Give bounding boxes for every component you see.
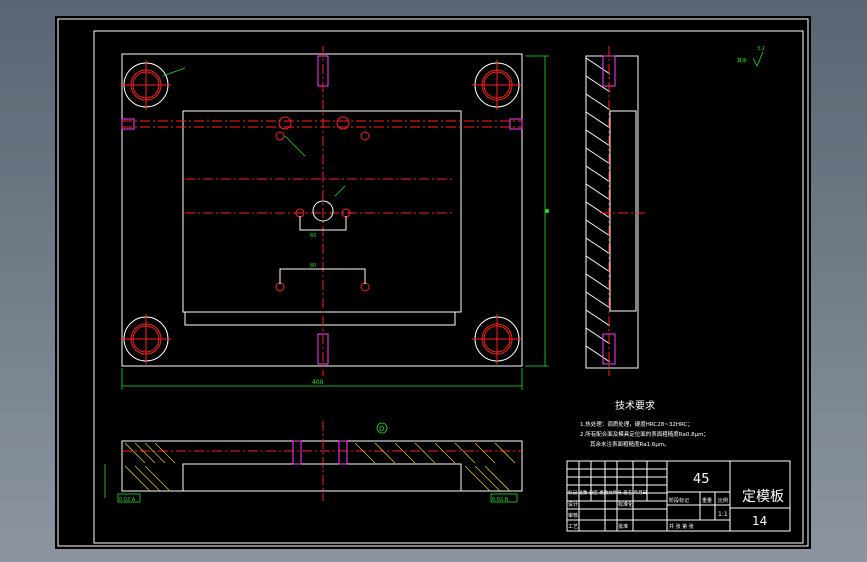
dim-width: 400 [312,379,324,386]
weight-label: 重量 [702,497,712,504]
cad-viewport[interactable]: 400 60 80 0.02 A 0.02 B D 其余 3.2 技术要求 1.… [0,0,867,562]
tech-req-title: 技术要求 [615,399,655,412]
title-block: 45 定模板 14 比例 1:1 阶段标记 重量 共 张 第 张 标记 处数 分… [566,460,791,532]
mark-label: 阶段标记 [669,497,689,504]
roughness-label: 其余 [737,57,747,64]
guide-hole-tr [472,60,522,110]
part-name: 定模板 [742,489,784,505]
roughness-value: 3.2 [757,46,765,52]
tech-req-line3: 其余未注表面粗糙度Ra1.6μm。 [590,440,670,448]
material: 45 [693,472,710,487]
datum-label: D [379,425,384,433]
guide-hole-bl [121,314,171,364]
scale-label: 比例 [718,497,728,504]
tol-right: 0.02 B [492,497,509,503]
side-view [585,46,645,376]
plan-view: 400 60 80 [121,46,549,390]
std-label: 标准化 [618,501,633,508]
bottom-view: 0.02 A 0.02 B D [104,421,523,503]
tech-req-line1: 1.热处理：调质处理，硬度HRC28~32HRC； [580,420,693,428]
drawing-number: 14 [752,514,767,528]
revision-label: 标记 处数 分区 更改文件号 签名 年月日 [568,489,647,496]
roughness-symbol: 其余 3.2 [737,46,765,67]
scale-value: 1:1 [718,511,728,518]
drawing-canvas: 400 60 80 0.02 A 0.02 B D 其余 3.2 技术要求 1.… [57,18,809,547]
sheet-label: 共 张 第 张 [669,523,694,530]
tech-req-line2: 2.所有配合面及模具定位面的表面粗糙度Ra0.8μm； [580,430,709,438]
drawing-sheet: 400 60 80 0.02 A 0.02 B D 其余 3.2 技术要求 1.… [55,16,811,549]
drawing-frame [93,30,804,544]
dim-center-span: 60 [310,233,316,239]
tol-left: 0.02 A [119,497,136,503]
dim-lower-span: 80 [310,263,316,269]
guide-hole-tl [121,60,171,110]
approve-label: 批准 [618,523,628,530]
design-label: 设计 [568,501,578,508]
technical-requirements: 技术要求 1.热处理：调质处理，硬度HRC28~32HRC； 2.所有配合面及模… [580,399,709,448]
sheet-border [57,18,809,547]
process-label: 工艺 [568,524,578,530]
guide-hole-br [472,314,522,364]
check-label: 审核 [568,512,578,519]
